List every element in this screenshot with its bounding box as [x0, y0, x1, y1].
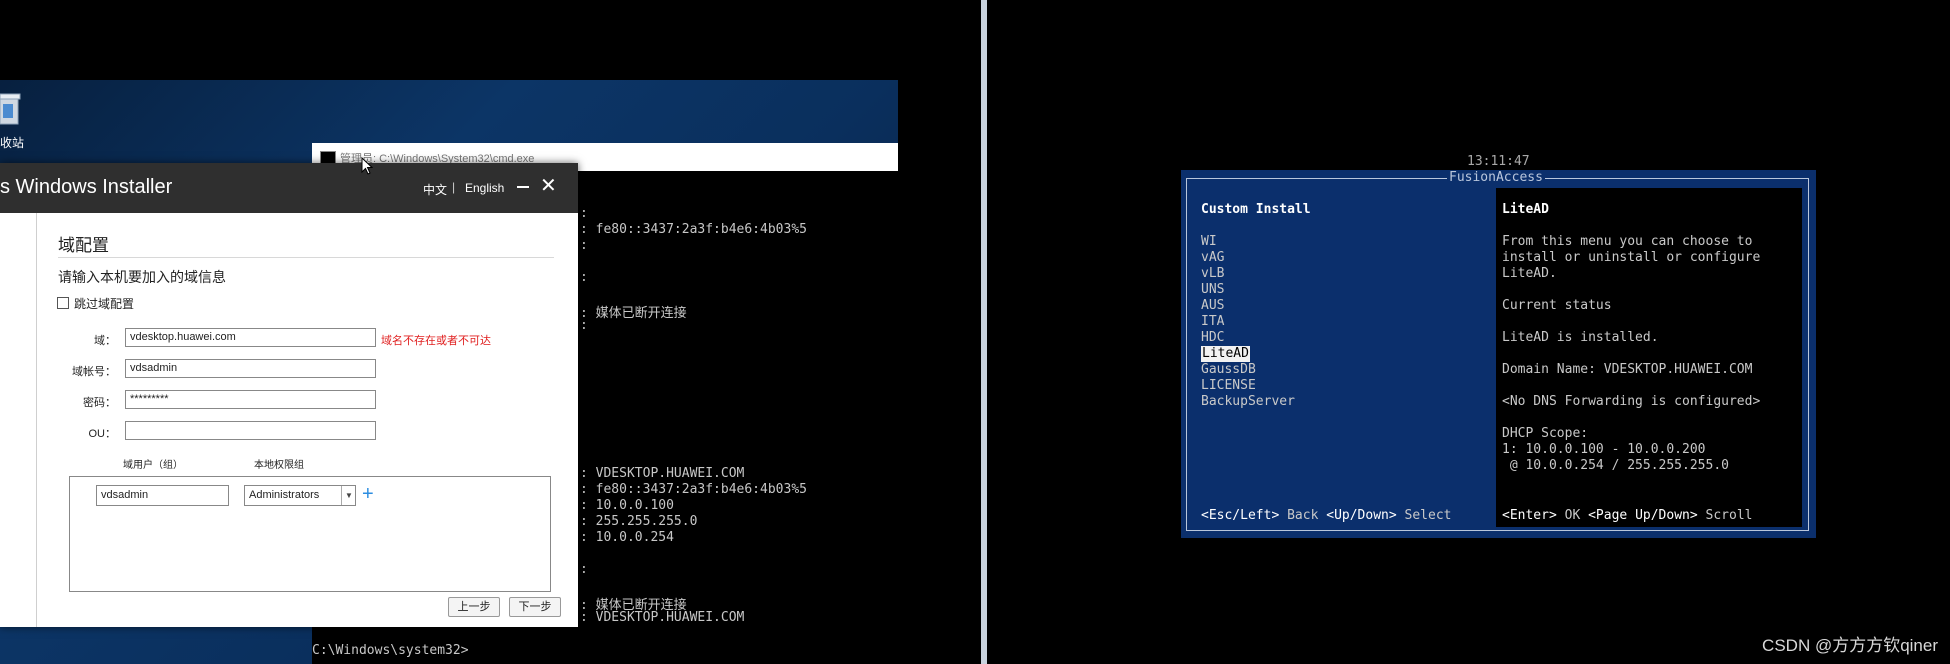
local-group-select[interactable]: Administrators ▼ — [244, 485, 356, 506]
cmd-output-line: : 255.255.255.0 — [580, 514, 698, 529]
account-label: 域帐号： — [72, 366, 116, 378]
footer-hints-left: <Esc/Left> Back <Up/Down> Select — [1201, 508, 1452, 524]
mouse-cursor-icon — [361, 157, 373, 175]
esc-key-hint: <Esc/Left> — [1201, 508, 1280, 523]
detail-pane[interactable]: LiteAD From this menu you can choose to … — [1496, 188, 1802, 527]
installer-titlebar[interactable]: s Windows Installer 中文 | English ✕ — [0, 163, 578, 213]
lang-chinese-link[interactable]: 中文 — [423, 181, 447, 198]
updown-key-hint: <Up/Down> — [1326, 508, 1397, 523]
password-input[interactable]: ********* — [125, 390, 376, 409]
cmd-output-line: : fe80::3437:2a3f:b4e6:4b03%5 — [580, 482, 807, 497]
menu-item-litead[interactable]: LiteAD — [1201, 346, 1250, 362]
password-label: 密码： — [83, 397, 116, 409]
watermark: CSDN @方方方钦qiner — [1762, 636, 1938, 655]
menu-item-backupserver[interactable]: BackupServer — [1201, 394, 1295, 410]
dns-forwarding-line: <No DNS Forwarding is configured> — [1502, 394, 1761, 409]
next-button[interactable]: 下一步 — [509, 597, 561, 617]
domain-input[interactable]: vdesktop.huawei.com — [125, 328, 376, 347]
scroll-hint: Scroll — [1697, 508, 1753, 523]
cmd-output-line: : 10.0.0.100 — [580, 498, 674, 513]
section-title: 域配置 — [58, 236, 109, 255]
status-line: LiteAD is installed. — [1502, 330, 1659, 345]
cmd-output-line: : — [580, 238, 588, 253]
menu-item-hdc[interactable]: HDC — [1201, 330, 1224, 346]
minimize-icon[interactable] — [517, 186, 529, 188]
dialog-title: FusionAccess — [1447, 170, 1545, 185]
fusionaccess-dialog[interactable]: FusionAccess Custom Install WI vAG vLB U… — [1181, 170, 1816, 538]
cmd-output-line: : 10.0.0.254 — [580, 530, 674, 545]
select-hint: Select — [1396, 508, 1452, 523]
menu-item-license[interactable]: LICENSE — [1201, 378, 1256, 394]
close-icon[interactable]: ✕ — [540, 174, 557, 198]
status-heading: Current status — [1502, 298, 1612, 313]
dhcp-range-line: 1: 10.0.0.100 - 10.0.0.200 — [1502, 442, 1706, 457]
back-hint: Back — [1279, 508, 1327, 523]
cmd-output-line: : VDESKTOP.HUAWEI.COM — [580, 466, 745, 481]
enter-key-hint: <Enter> — [1502, 508, 1557, 523]
detail-desc-line: install or uninstall or configure — [1502, 250, 1761, 265]
domain-label: 域： — [94, 335, 116, 347]
recycle-bin-icon[interactable] — [0, 92, 22, 126]
previous-button[interactable]: 上一步 — [448, 597, 500, 617]
menu-item-gaussdb[interactable]: GaussDB — [1201, 362, 1256, 378]
menu-item-wi[interactable]: WI — [1201, 234, 1217, 250]
cmd-output-line: : — [580, 318, 588, 333]
skip-domain-checkbox[interactable] — [57, 297, 69, 309]
instruction-text: 请输入本机要加入的域信息 — [58, 269, 226, 285]
cmd-prompt[interactable]: C:\Windows\system32> — [312, 643, 469, 658]
cmd-output-line: : — [580, 270, 588, 285]
ok-hint: OK — [1556, 508, 1589, 523]
domain-error-message: 域名不存在或者不可达 — [381, 335, 491, 347]
ou-label: OU： — [88, 428, 117, 440]
menu-item-vlb[interactable]: vLB — [1201, 266, 1224, 282]
menu-pane: Custom Install WI vAG vLB UNS AUS ITA HD… — [1190, 188, 1495, 527]
detail-desc-line: LiteAD. — [1502, 266, 1557, 281]
group-mapping-list: vdsadmin Administrators ▼ + — [69, 476, 551, 592]
installer-title: s Windows Installer — [0, 176, 173, 198]
local-group-select-value: Administrators — [249, 489, 320, 501]
detail-heading: LiteAD — [1502, 202, 1549, 217]
cmd-output-line: : fe80::3437:2a3f:b4e6:4b03%5 — [580, 222, 807, 237]
chevron-down-icon[interactable]: ▼ — [341, 486, 356, 505]
cmd-output-line: : — [580, 206, 588, 221]
recycle-bin-label: 收站 — [0, 136, 25, 150]
detail-desc-line: From this menu you can choose to — [1502, 234, 1753, 249]
account-input[interactable]: vdsadmin — [125, 359, 376, 378]
domain-name-line: Domain Name: VDESKTOP.HUAWEI.COM — [1502, 362, 1753, 377]
menu-item-vag[interactable]: vAG — [1201, 250, 1224, 266]
right-screen: 13:11:47 FusionAccess Custom Install WI … — [987, 0, 1950, 664]
sidebar-divider — [36, 213, 37, 627]
skip-domain-label[interactable]: 跳过域配置 — [74, 295, 134, 312]
menu-item-uns[interactable]: UNS — [1201, 282, 1224, 298]
ou-input[interactable] — [125, 421, 376, 440]
domain-user-input[interactable]: vdsadmin — [96, 485, 229, 506]
cmd-output-line: : — [580, 562, 588, 577]
footer-hints-right: <Enter> OK <Page Up/Down> Scroll — [1502, 508, 1752, 524]
dhcp-gateway-line: @ 10.0.0.254 / 255.255.255.0 — [1502, 458, 1729, 473]
menu-item-aus[interactable]: AUS — [1201, 298, 1224, 314]
section-divider — [58, 257, 554, 258]
menu-heading: Custom Install — [1201, 202, 1311, 217]
left-screen: 收站 管理员: C:\Windows\System32\cmd.exe : : … — [0, 0, 898, 664]
column-header-domain-user: 域用户（组） — [123, 460, 183, 471]
column-header-local-group: 本地权限组 — [254, 460, 304, 471]
pageupdown-key-hint: <Page Up/Down> — [1588, 508, 1698, 523]
cmd-output-line: : VDESKTOP.HUAWEI.COM — [580, 610, 745, 625]
lang-separator: | — [452, 180, 456, 194]
console-clock: 13:11:47 — [1467, 154, 1530, 169]
lang-english-link[interactable]: English — [465, 181, 504, 195]
screen-divider — [902, 0, 986, 664]
dhcp-heading: DHCP Scope: — [1502, 426, 1589, 441]
installer-dialog[interactable]: s Windows Installer 中文 | English ✕ 域配置 请… — [0, 163, 578, 627]
cmd-output-line: : 媒体已断开连接 — [580, 306, 687, 321]
menu-item-ita[interactable]: ITA — [1201, 314, 1224, 330]
add-row-icon[interactable]: + — [362, 483, 374, 505]
